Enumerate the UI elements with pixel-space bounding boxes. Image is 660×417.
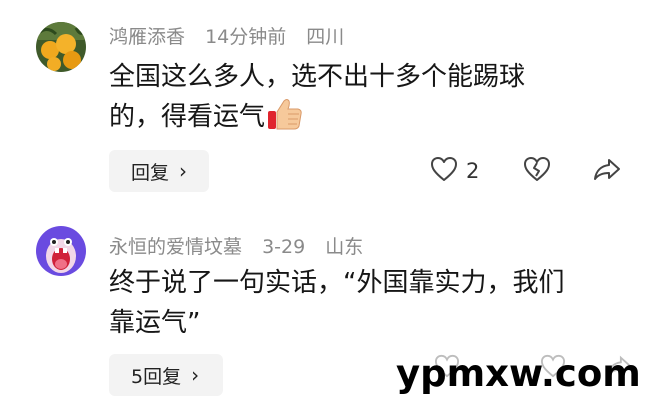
chevron-right-icon: › [191, 363, 200, 387]
comment-text-line: 终于说了一句实话，“外国靠实力，我们 [109, 268, 565, 298]
broken-heart-icon [523, 156, 551, 186]
reply-button[interactable]: 5回复 › [109, 354, 223, 396]
comment-item: 鸿雁添香 14分钟前 四川 全国这么多人，选不出十多个能踢球 的，得看运气 回复… [0, 0, 660, 200]
comment-text-line: 全国这么多人，选不出十多个能踢球 [109, 62, 526, 92]
comment-text: 全国这么多人，选不出十多个能踢球 的，得看运气 [109, 57, 629, 143]
location: 四川 [306, 26, 345, 48]
comment-text-line: 的，得看运气 [109, 97, 629, 143]
reply-label: 5回复 [131, 365, 182, 388]
timestamp: 3-29 [262, 236, 306, 258]
dislike-button[interactable] [523, 156, 551, 186]
location: 山东 [325, 236, 364, 258]
like-count: 2 [466, 159, 480, 183]
share-button[interactable] [593, 156, 621, 186]
heart-icon [430, 156, 458, 186]
avatar[interactable] [36, 22, 86, 72]
reply-label: 回复 [131, 161, 170, 184]
comment-text-line: 靠运气” [109, 308, 201, 338]
comment-list: 鸿雁添香 14分钟前 四川 全国这么多人，选不出十多个能踢球 的，得看运气 回复… [0, 0, 660, 417]
username[interactable]: 永恒的爱情坟墓 [109, 236, 242, 258]
watermark: ypmxw.com [396, 352, 641, 395]
comment-text-segment: 的，得看运气 [109, 102, 266, 132]
comment-meta: 鸿雁添香 14分钟前 四川 [109, 22, 358, 49]
comment-meta: 永恒的爱情坟墓 3-29 山东 [109, 232, 377, 259]
chevron-right-icon: › [179, 159, 188, 183]
avatar[interactable] [36, 226, 86, 276]
comment-actions: 2 [430, 150, 621, 192]
comment-text: 终于说了一句实话，“外国靠实力，我们 靠运气” [109, 263, 629, 343]
share-icon [593, 156, 621, 186]
thumbs-up-icon [267, 97, 303, 143]
reply-button[interactable]: 回复 › [109, 150, 209, 192]
like-button[interactable]: 2 [430, 156, 479, 186]
username[interactable]: 鸿雁添香 [109, 26, 185, 48]
timestamp: 14分钟前 [205, 26, 287, 48]
